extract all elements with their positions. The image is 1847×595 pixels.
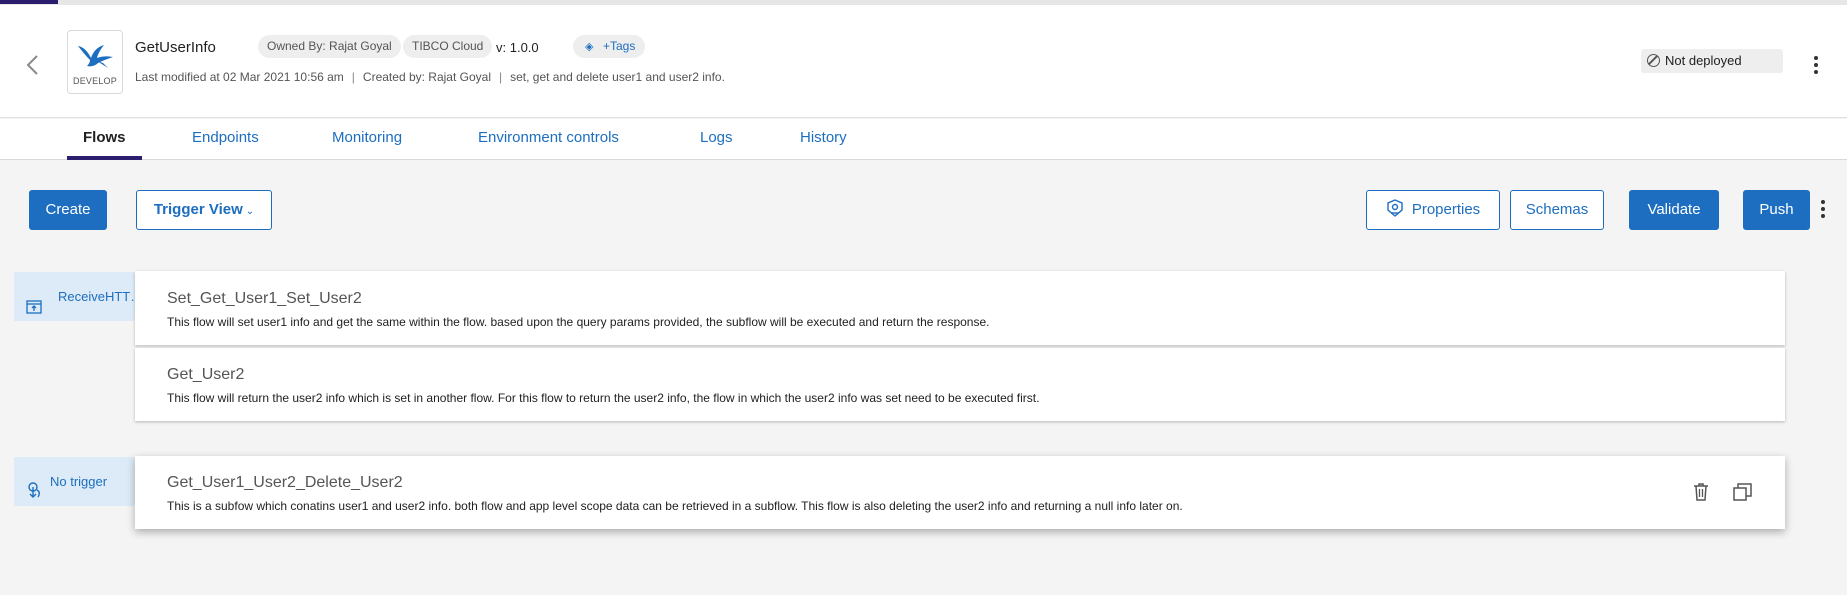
- tab-environment-controls[interactable]: Environment controls: [478, 119, 619, 160]
- meta-separator: |: [498, 70, 503, 84]
- tab-history[interactable]: History: [800, 119, 847, 160]
- no-trigger-icon: [25, 472, 43, 521]
- tab-logs[interactable]: Logs: [700, 119, 733, 160]
- flows-more-menu-icon[interactable]: [1820, 200, 1826, 221]
- loading-bar-fill: [0, 0, 58, 4]
- cloud-pill: TIBCO Cloud: [403, 35, 493, 58]
- properties-button[interactable]: Properties: [1366, 190, 1500, 230]
- last-modified: Last modified at 02 Mar 2021 10:56 am: [135, 70, 344, 84]
- app-more-menu-icon[interactable]: [1813, 56, 1819, 77]
- flow-card[interactable]: Set_Get_User1_Set_User2 This flow will s…: [135, 271, 1785, 345]
- owner-pill: Owned By: Rajat Goyal: [258, 35, 401, 58]
- flow-card[interactable]: Get_User2 This flow will return the user…: [135, 348, 1785, 421]
- chevron-left-icon: [26, 55, 38, 75]
- flow-description: This flow will return the user2 info whi…: [167, 391, 1040, 405]
- properties-label: Properties: [1411, 201, 1481, 218]
- flow-description: This flow will set user1 info and get th…: [167, 315, 990, 329]
- app-header: DEVELOP GetUserInfo Owned By: Rajat Goya…: [0, 5, 1847, 118]
- flow-name: Get_User1_User2_Delete_User2: [167, 474, 403, 491]
- delete-flow-icon[interactable]: [1692, 482, 1710, 507]
- tag-icon: ◈: [585, 41, 594, 53]
- chevron-down-icon: ⌄: [245, 206, 255, 217]
- app-meta: Last modified at 02 Mar 2021 10:56 am | Cr…: [135, 70, 725, 84]
- flow-name: Set_Get_User1_Set_User2: [167, 290, 362, 307]
- push-button[interactable]: Push: [1743, 190, 1810, 230]
- not-deployed-icon: [1647, 54, 1660, 67]
- trigger-label: No trigger: [50, 474, 108, 489]
- tab-endpoints[interactable]: Endpoints: [192, 119, 259, 160]
- schemas-button[interactable]: Schemas: [1510, 190, 1604, 230]
- meta-separator: |: [351, 70, 355, 84]
- app-logo: DEVELOP: [67, 30, 123, 94]
- flow-card[interactable]: Get_User1_User2_Delete_User2 This is a s…: [135, 456, 1785, 529]
- add-tags-button[interactable]: ◈ +Tags: [573, 35, 646, 58]
- trigger-view-label: Trigger View: [153, 201, 243, 218]
- trigger-view-dropdown[interactable]: Trigger View ⌄: [136, 190, 272, 230]
- tab-monitoring[interactable]: Monitoring: [332, 119, 402, 160]
- duplicate-flow-icon[interactable]: [1732, 482, 1754, 507]
- receive-http-icon: [25, 287, 43, 336]
- flow-name: Get_User2: [167, 366, 245, 383]
- tab-flows[interactable]: Flows: [67, 119, 141, 160]
- add-tags-label: +Tags: [603, 39, 636, 53]
- app-description: set, get and delete user1 and user2 info…: [510, 70, 725, 84]
- deploy-status: Not deployed: [1641, 49, 1783, 73]
- tab-bar: Flows Endpoints Monitoring Environment c…: [0, 119, 1847, 160]
- stage-badge: DEVELOP: [73, 76, 117, 86]
- created-by: Created by: Rajat Goyal: [362, 70, 491, 84]
- trigger-no-trigger[interactable]: No trigger: [14, 457, 146, 506]
- back-button[interactable]: [22, 50, 44, 80]
- hummingbird-icon: [78, 45, 113, 68]
- validate-button[interactable]: Validate: [1629, 190, 1719, 230]
- app-version: v: 1.0.0: [496, 40, 539, 55]
- app-name: GetUserInfo: [135, 39, 216, 56]
- flow-description: This is a subfow which conatins user1 an…: [167, 499, 1183, 513]
- deploy-status-label: Not deployed: [1665, 53, 1742, 68]
- create-button[interactable]: Create: [29, 190, 107, 230]
- properties-icon: [1386, 194, 1404, 232]
- trigger-receive-http[interactable]: ReceiveHTTPMessage: [14, 272, 148, 321]
